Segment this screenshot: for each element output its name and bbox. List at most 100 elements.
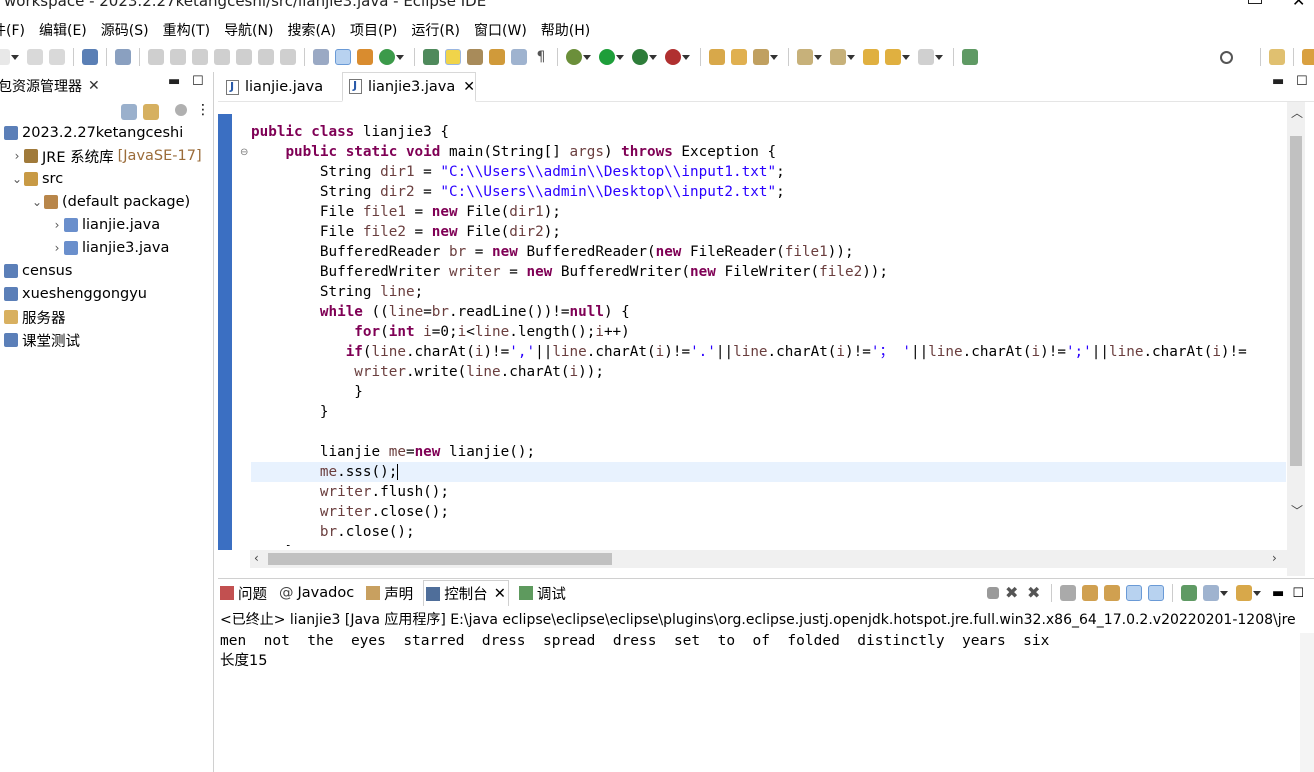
scroll-thumb[interactable] xyxy=(268,553,612,565)
code-line[interactable]: String dir2 = "C:\\Users\\admin\\Desktop… xyxy=(251,182,1286,202)
coverage-icon[interactable] xyxy=(632,49,657,65)
console-output-line[interactable]: men not the eyes starred dress spread dr… xyxy=(220,631,1049,651)
tab-debug[interactable]: 调试 xyxy=(517,580,568,606)
run-icon[interactable] xyxy=(599,49,624,65)
pen-icon[interactable] xyxy=(753,49,778,65)
tree-item[interactable]: 服务器 xyxy=(0,306,66,328)
tree-item[interactable]: 课堂测试 xyxy=(0,329,80,351)
scroll-down-icon[interactable]: ﹀ xyxy=(1291,502,1303,519)
new-java-package-icon[interactable] xyxy=(357,49,373,65)
debug-icon[interactable] xyxy=(566,49,591,65)
minimize-icon[interactable]: ▬ xyxy=(168,74,180,89)
terminate-icon[interactable] xyxy=(987,587,1000,599)
code-line[interactable]: me.sss(); xyxy=(251,462,1286,482)
save-all-icon[interactable] xyxy=(49,49,65,65)
menu-navigate[interactable]: 导航(N) xyxy=(224,20,273,40)
collapse-all-icon[interactable] xyxy=(121,104,137,120)
view-menu-icon[interactable]: ⋮ xyxy=(196,102,210,118)
code-line[interactable]: lianjie me=new lianjie(); xyxy=(251,442,1286,462)
terminate-icon[interactable] xyxy=(192,49,208,65)
open-perspective-icon[interactable] xyxy=(1269,49,1285,65)
code-line[interactable]: br.close(); xyxy=(251,522,1286,542)
code-line[interactable]: String dir1 = "C:\\Users\\admin\\Desktop… xyxy=(251,162,1286,182)
open-console-icon[interactable] xyxy=(1236,585,1262,601)
tree-item[interactable]: census xyxy=(0,260,72,282)
toggle-mark-occurrences-icon[interactable] xyxy=(335,49,351,65)
tree-item[interactable]: 2023.2.27ketangceshi xyxy=(0,122,183,144)
menu-edit[interactable]: 编辑(E) xyxy=(39,20,87,40)
new-icon[interactable] xyxy=(0,49,19,65)
code-line[interactable]: for(int i=0;i<line.length();i++) xyxy=(251,322,1286,342)
forward-icon[interactable] xyxy=(918,49,943,65)
menu-window[interactable]: 窗口(W) xyxy=(474,20,527,40)
chevron-right-icon[interactable]: › xyxy=(10,149,24,163)
java-perspective-icon[interactable] xyxy=(1302,49,1314,65)
tree-item[interactable]: › lianjie3.java xyxy=(50,237,170,259)
code-line[interactable]: BufferedWriter writer = new BufferedWrit… xyxy=(251,262,1286,282)
close-icon[interactable]: ✕ xyxy=(88,78,100,94)
tree-item[interactable]: ⌄ (default package) xyxy=(30,191,190,213)
global-search-icon[interactable] xyxy=(1220,50,1233,64)
code-area[interactable]: public class lianjie3 { public static vo… xyxy=(251,122,1286,546)
tree-item[interactable]: xueshenggongyu xyxy=(0,283,147,305)
tree-item[interactable]: › lianjie.java xyxy=(50,214,161,236)
filter-icon[interactable] xyxy=(175,104,187,116)
clear-console-icon[interactable] xyxy=(1060,585,1077,601)
close-window-icon[interactable]: ✕ xyxy=(1292,0,1305,10)
code-line[interactable]: writer.write(line.charAt(i)); xyxy=(251,362,1286,382)
step-return-icon[interactable] xyxy=(280,49,296,65)
code-line[interactable]: } xyxy=(251,542,1286,546)
code-line[interactable] xyxy=(251,422,1286,442)
chevron-right-icon[interactable]: › xyxy=(50,218,64,232)
tree-item[interactable]: ⌄ src xyxy=(10,168,63,190)
link-with-editor-icon[interactable] xyxy=(143,104,159,120)
code-line[interactable]: while ((line=br.readLine())!=null) { xyxy=(251,302,1286,322)
maximize-icon[interactable]: ☐ xyxy=(1292,586,1304,601)
minimize-icon[interactable]: ▬ xyxy=(1272,586,1284,601)
console-scrollbar[interactable] xyxy=(1300,633,1314,772)
open-folder-icon[interactable] xyxy=(731,49,747,65)
resume-icon[interactable] xyxy=(148,49,164,65)
tab-javadoc[interactable]: @ Javadoc xyxy=(277,580,356,606)
previous-annotation-icon[interactable] xyxy=(830,49,855,65)
word-wrap-icon[interactable] xyxy=(1104,585,1121,601)
remove-all-icon[interactable]: ✖ xyxy=(1027,585,1043,601)
step-over-icon[interactable] xyxy=(258,49,274,65)
search-icon[interactable] xyxy=(467,49,483,65)
disconnect-icon[interactable] xyxy=(214,49,230,65)
open-project-icon[interactable] xyxy=(709,49,725,65)
tab-declaration[interactable]: 声明 xyxy=(364,580,415,606)
new-java-class-icon[interactable] xyxy=(379,49,404,65)
tab-console[interactable]: 控制台 ✕ xyxy=(423,580,509,606)
scroll-left-icon[interactable]: ‹ xyxy=(254,551,259,565)
horizontal-scrollbar[interactable]: ‹ › xyxy=(250,550,1290,568)
scroll-right-icon[interactable]: › xyxy=(1272,551,1277,565)
pin-console-icon[interactable] xyxy=(1181,585,1198,601)
package-explorer-tab[interactable]: 包资源管理器 ✕ xyxy=(0,72,100,100)
code-line[interactable]: if(line.charAt(i)!=','||line.charAt(i)!=… xyxy=(251,342,1286,362)
code-line[interactable]: public static void main(String[] args) t… xyxy=(251,142,1286,162)
menu-help[interactable]: 帮助(H) xyxy=(541,20,590,40)
open-type-icon[interactable] xyxy=(423,49,439,65)
next-annotation-icon[interactable] xyxy=(797,49,822,65)
close-icon[interactable]: ✕ xyxy=(494,586,506,602)
tab-lianjie3-java[interactable]: lianjie3.java ✕ xyxy=(342,72,476,102)
close-icon[interactable]: ✕ xyxy=(463,79,475,95)
fold-icon[interactable]: ⊖ xyxy=(240,147,248,158)
menu-refactor[interactable]: 重构(T) xyxy=(163,20,210,40)
show-on-output-icon[interactable] xyxy=(1126,585,1143,601)
back-icon[interactable] xyxy=(885,49,910,65)
skip-breakpoints-icon[interactable] xyxy=(115,49,131,65)
save-icon[interactable] xyxy=(27,49,43,65)
scroll-up-icon[interactable]: ︿ xyxy=(1291,104,1303,121)
chevron-down-icon[interactable]: ⌄ xyxy=(10,172,24,186)
chevron-down-icon[interactable]: ⌄ xyxy=(30,195,44,209)
code-line[interactable]: public class lianjie3 { xyxy=(251,122,1286,142)
show-whitespace-icon[interactable] xyxy=(313,49,329,65)
tree-item[interactable]: › JRE 系统库 [JavaSE-17] xyxy=(10,145,202,167)
menu-project[interactable]: 项目(P) xyxy=(350,20,397,40)
vertical-scrollbar[interactable]: ︿ ﹀ xyxy=(1287,102,1305,576)
scroll-lock-icon[interactable] xyxy=(1082,585,1099,601)
code-line[interactable]: BufferedReader br = new BufferedReader(n… xyxy=(251,242,1286,262)
outline-icon[interactable] xyxy=(511,49,527,65)
